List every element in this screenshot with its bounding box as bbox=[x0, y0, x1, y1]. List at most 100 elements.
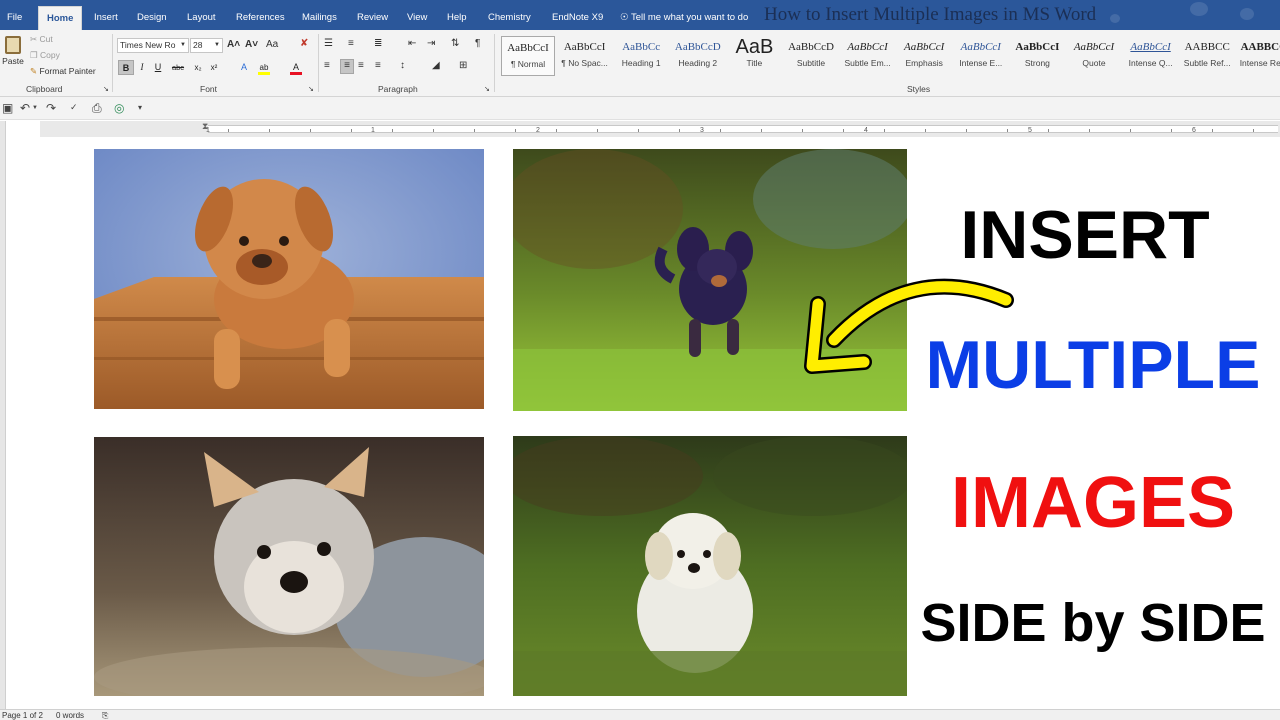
tab-insert[interactable]: Insert bbox=[94, 0, 118, 30]
dialog-launcher-icon[interactable]: ↘ bbox=[484, 85, 490, 93]
font-color-label: A bbox=[292, 62, 299, 72]
spelling-icon[interactable]: ✓ bbox=[70, 102, 78, 113]
ruler-tick bbox=[392, 129, 393, 132]
borders-icon[interactable]: ⊞ bbox=[459, 60, 467, 71]
style-sample: AaBbCc bbox=[622, 41, 661, 53]
web-layout-icon[interactable]: ◎ bbox=[114, 101, 124, 115]
align-center-icon[interactable]: ≡ bbox=[340, 59, 354, 74]
indent-marker-icon[interactable]: ⧗ bbox=[202, 121, 208, 132]
paste-button[interactable]: Paste bbox=[2, 36, 24, 76]
tab-design[interactable]: Design bbox=[137, 0, 167, 30]
font-name-field[interactable]: Times New Ro ▼ bbox=[117, 38, 189, 53]
proofing-icon[interactable]: ⎘ bbox=[102, 710, 108, 720]
underline-button[interactable]: U bbox=[150, 60, 166, 75]
font-color-button[interactable]: A bbox=[288, 60, 304, 75]
scissors-icon: ✂ bbox=[30, 34, 38, 44]
font-name-value: Times New Ro bbox=[120, 40, 176, 50]
cut-button[interactable]: ✂ Cut bbox=[30, 34, 53, 45]
bold-button[interactable]: B bbox=[118, 60, 134, 75]
tell-me-box[interactable]: ☉ Tell me what you want to do bbox=[620, 0, 748, 30]
numbering-icon[interactable]: ≡ bbox=[348, 38, 354, 49]
ruler-number: 4 bbox=[864, 127, 868, 134]
style-name: ¶ Normal bbox=[510, 59, 546, 69]
format-painter-label: Format Painter bbox=[39, 66, 96, 76]
decrease-indent-icon[interactable]: ⇤ bbox=[408, 38, 416, 49]
chevron-down-icon[interactable]: ▼ bbox=[32, 105, 38, 111]
image-puppy-in-crate[interactable] bbox=[94, 149, 484, 409]
ruler-number: 2 bbox=[536, 127, 540, 134]
lightbulb-icon: ☉ bbox=[620, 12, 629, 23]
style-5[interactable]: AaBbCcD Subtitle bbox=[784, 36, 838, 76]
align-right-icon[interactable]: ≡ bbox=[358, 60, 364, 71]
line-spacing-icon[interactable]: ↕ bbox=[400, 60, 405, 71]
paw-decoration bbox=[1190, 2, 1208, 16]
shrink-font-button[interactable]: A˅ bbox=[245, 39, 258, 50]
style-2[interactable]: AaBbCc Heading 1 bbox=[614, 36, 668, 76]
style-1[interactable]: AaBbCcI ¶ No Spac... bbox=[558, 36, 612, 76]
image-white-puppy[interactable] bbox=[513, 436, 907, 696]
bullets-icon[interactable]: ☰ bbox=[324, 38, 333, 49]
format-painter-button[interactable]: ✎ Format Painter bbox=[30, 66, 96, 77]
highlight-label: ab bbox=[259, 63, 269, 72]
style-4[interactable]: AaB Title bbox=[727, 36, 781, 76]
style-3[interactable]: AaBbCcD Heading 2 bbox=[671, 36, 725, 76]
tab-endnote[interactable]: EndNote X9 bbox=[552, 0, 603, 30]
tab-references[interactable]: References bbox=[236, 0, 285, 30]
ruler-tick bbox=[433, 129, 434, 132]
tab-file[interactable]: File bbox=[7, 0, 22, 30]
style-6[interactable]: AaBbCcI Subtle Em... bbox=[841, 36, 895, 76]
increase-indent-icon[interactable]: ⇥ bbox=[427, 38, 435, 49]
tab-home[interactable]: Home bbox=[38, 6, 83, 30]
italic-button[interactable]: I bbox=[134, 60, 150, 75]
style-10[interactable]: AaBbCcI Quote bbox=[1067, 36, 1121, 76]
ruler-tick bbox=[925, 129, 926, 132]
style-12[interactable]: AABBCC Subtle Ref... bbox=[1180, 36, 1234, 76]
align-left-icon[interactable]: ≡ bbox=[324, 60, 330, 71]
cut-label: Cut bbox=[39, 34, 53, 44]
style-sample: AaBbCcI bbox=[563, 41, 606, 53]
style-8[interactable]: AaBbCcI Intense E... bbox=[954, 36, 1008, 76]
tab-mailings[interactable]: Mailings bbox=[302, 0, 337, 30]
style-7[interactable]: AaBbCcI Emphasis bbox=[897, 36, 951, 76]
text-effects-button[interactable]: A bbox=[236, 60, 252, 75]
tab-review[interactable]: Review bbox=[357, 0, 388, 30]
style-0[interactable]: AaBbCcI ¶ Normal bbox=[501, 36, 555, 76]
customize-toolbar-icon[interactable]: ▾ bbox=[138, 103, 142, 112]
font-size-field[interactable]: 28 ▼ bbox=[190, 38, 223, 53]
undo-icon[interactable]: ↶ bbox=[20, 101, 30, 115]
save-icon[interactable]: ▣ bbox=[2, 101, 13, 115]
copy-button[interactable]: ❐ Copy bbox=[30, 50, 60, 61]
tab-help[interactable]: Help bbox=[447, 0, 467, 30]
redo-icon[interactable]: ↷ bbox=[46, 101, 56, 115]
print-preview-icon[interactable]: ⎙ bbox=[92, 101, 102, 116]
white-puppy-graphic bbox=[513, 436, 907, 696]
paragraph-group-label: Paragraph bbox=[378, 84, 418, 94]
strikethrough-button[interactable]: abc bbox=[168, 60, 188, 75]
style-9[interactable]: AaBbCcI Strong bbox=[1010, 36, 1064, 76]
superscript-button[interactable]: x² bbox=[206, 60, 222, 75]
ruler-tick bbox=[1007, 129, 1008, 132]
image-yorkie[interactable] bbox=[94, 437, 484, 696]
pilcrow-icon[interactable]: ¶ bbox=[475, 38, 480, 49]
dialog-launcher-icon[interactable]: ↘ bbox=[103, 85, 109, 93]
document-title: How to Insert Multiple Images in MS Word bbox=[764, 4, 1097, 25]
tab-layout[interactable]: Layout bbox=[187, 0, 216, 30]
dialog-launcher-icon[interactable]: ↘ bbox=[308, 85, 314, 93]
highlight-button[interactable]: ab bbox=[256, 60, 272, 75]
grow-font-button[interactable]: A˄ bbox=[227, 39, 240, 50]
change-case-button[interactable]: Aa bbox=[266, 39, 278, 50]
style-sample: AaBbCcI bbox=[1130, 41, 1171, 53]
clear-formatting-icon[interactable]: ✘ bbox=[300, 38, 308, 49]
subscript-button[interactable]: x₂ bbox=[190, 60, 206, 75]
style-11[interactable]: AaBbCcI Intense Q... bbox=[1124, 36, 1178, 76]
multilevel-list-icon[interactable]: ≣ bbox=[374, 38, 382, 49]
word-count[interactable]: 0 words bbox=[56, 710, 84, 720]
font-size-value: 28 bbox=[193, 40, 203, 50]
shading-icon[interactable]: ◢ bbox=[432, 60, 440, 71]
justify-icon[interactable]: ≡ bbox=[375, 60, 381, 71]
tab-view[interactable]: View bbox=[407, 0, 427, 30]
style-13[interactable]: AABBCC Intense Re... bbox=[1237, 36, 1280, 76]
sort-icon[interactable]: ⇅ bbox=[451, 38, 459, 49]
tab-chemistry[interactable]: Chemistry bbox=[488, 0, 531, 30]
page-count[interactable]: Page 1 of 2 bbox=[2, 710, 43, 720]
